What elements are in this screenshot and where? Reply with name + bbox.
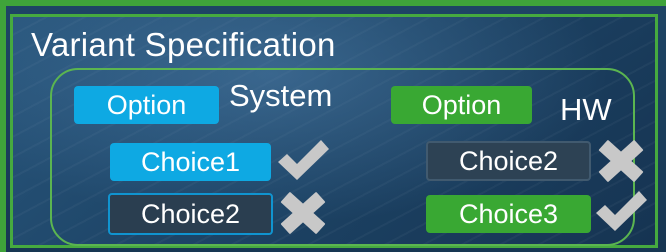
system-choice2: Choice2	[108, 193, 273, 235]
check-icon	[594, 189, 648, 233]
slide: Variant Specification Option System Choi…	[0, 0, 666, 252]
system-choice1: Choice1	[110, 143, 271, 181]
system-option-name: System	[229, 78, 333, 113]
hw-option-badge: Option	[391, 86, 532, 124]
cross-icon	[594, 139, 648, 183]
cross-icon	[276, 191, 330, 235]
check-icon	[276, 138, 330, 182]
system-option-badge: Option	[74, 86, 219, 124]
hw-choice2: Choice2	[426, 141, 591, 181]
panel-title: Variant Specification	[31, 26, 336, 63]
hw-choice3: Choice3	[426, 195, 591, 233]
hw-option-name: HW	[560, 92, 612, 127]
